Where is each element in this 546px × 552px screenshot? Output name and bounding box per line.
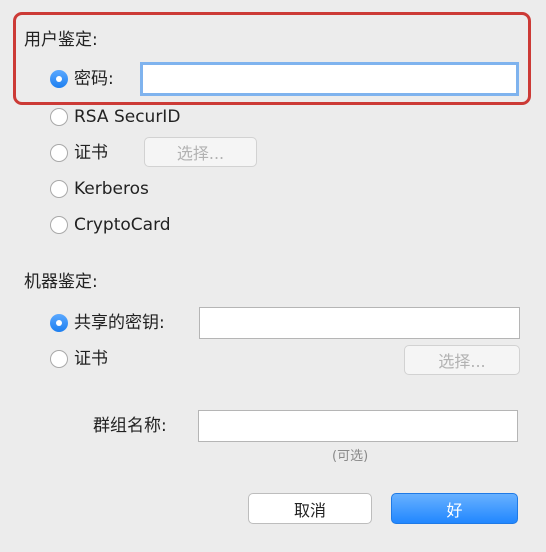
machine-certificate-radio[interactable] (50, 350, 68, 368)
password-label: 密码: (74, 69, 114, 89)
user-certificate-radio[interactable] (50, 144, 68, 162)
cryptocard-radio[interactable] (50, 216, 68, 234)
shared-secret-label: 共享的密钥: (74, 313, 165, 333)
password-input[interactable] (143, 65, 516, 93)
machine-auth-title: 机器鉴定: (24, 272, 98, 292)
user-certificate-label: 证书 (74, 143, 108, 163)
user-auth-certificate-option[interactable]: 证书 (50, 140, 108, 166)
password-field[interactable] (140, 62, 519, 96)
group-name-label: 群组名称: (93, 416, 167, 436)
user-auth-kerberos-option[interactable]: Kerberos (50, 176, 149, 202)
password-radio[interactable] (50, 70, 68, 88)
shared-secret-input[interactable] (200, 308, 519, 338)
rsa-securid-radio[interactable] (50, 108, 68, 126)
machine-certificate-label: 证书 (74, 349, 108, 369)
user-auth-rsa-option[interactable]: RSA SecurID (50, 104, 180, 130)
user-certificate-choose-button[interactable]: 选择... (144, 137, 257, 167)
cryptocard-label: CryptoCard (74, 215, 171, 235)
machine-certificate-choose-button[interactable]: 选择... (404, 345, 520, 375)
cancel-button[interactable]: 取消 (248, 493, 372, 524)
group-name-input[interactable] (199, 411, 517, 441)
kerberos-label: Kerberos (74, 179, 149, 199)
ok-button[interactable]: 好 (391, 493, 518, 524)
user-auth-cryptocard-option[interactable]: CryptoCard (50, 212, 171, 238)
user-auth-password-option[interactable]: 密码: (50, 66, 114, 92)
group-name-optional-hint: (可选) (332, 449, 369, 464)
rsa-securid-label: RSA SecurID (74, 107, 181, 127)
machine-auth-shared-secret-option[interactable]: 共享的密钥: (50, 310, 165, 336)
shared-secret-field[interactable] (199, 307, 520, 339)
group-name-field[interactable] (198, 410, 518, 442)
user-auth-title: 用户鉴定: (24, 30, 98, 50)
shared-secret-radio[interactable] (50, 314, 68, 332)
machine-auth-certificate-option[interactable]: 证书 (50, 346, 108, 372)
kerberos-radio[interactable] (50, 180, 68, 198)
